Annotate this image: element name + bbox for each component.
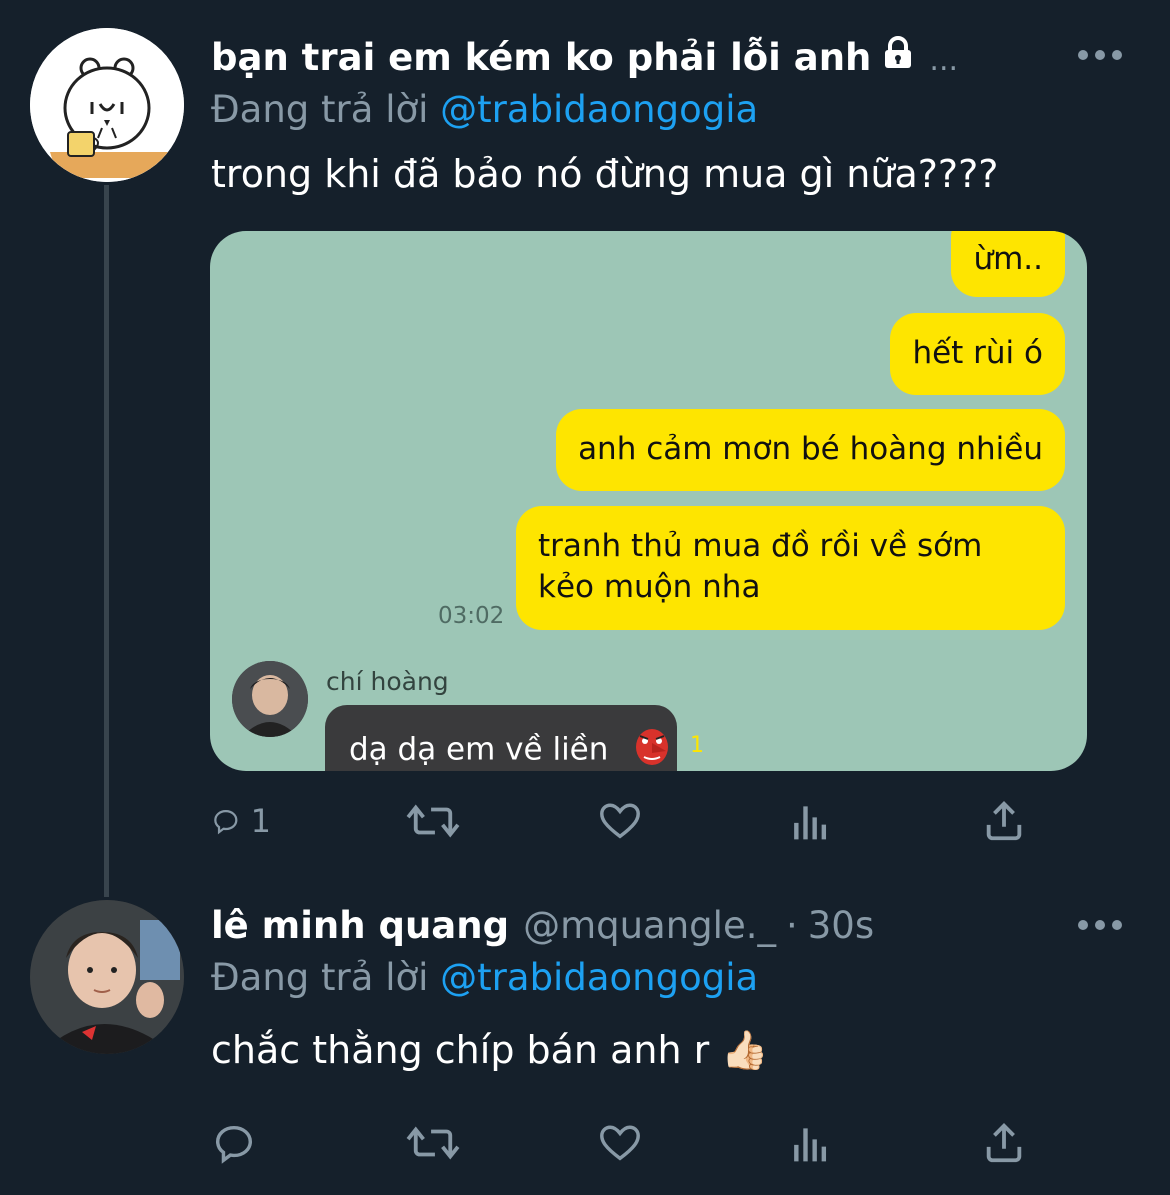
reply-icon	[214, 810, 238, 835]
retweet-button[interactable]	[404, 1120, 464, 1166]
share-button[interactable]	[981, 798, 1041, 844]
like-button[interactable]	[596, 798, 656, 844]
heart-icon	[600, 803, 640, 839]
display-name[interactable]: lê minh quang	[211, 904, 509, 947]
tweet-text: trong khi đã bảo nó đừng mua gì nữa????	[211, 152, 999, 196]
reply-context: Đang trả lời @trabidaongogia	[211, 88, 758, 131]
display-name[interactable]: bạn trai em kém ko phải lỗi anh	[211, 36, 871, 79]
reply-prefix: Đang trả lời	[211, 88, 429, 131]
cartoon-avatar-icon	[30, 28, 184, 182]
reply-button[interactable]	[211, 1120, 271, 1166]
reply-mention-link[interactable]: @trabidaongogia	[440, 88, 758, 131]
share-icon	[986, 801, 1022, 841]
reply-button[interactable]: 1	[211, 798, 271, 844]
retweet-button[interactable]	[404, 798, 464, 844]
lock-icon	[881, 36, 915, 74]
share-button[interactable]	[981, 1120, 1041, 1166]
reply-count: 1	[250, 802, 271, 840]
avatar[interactable]	[30, 900, 184, 1054]
friend-name: chí hoàng	[326, 667, 449, 696]
friend-message-text: dạ dạ em về liền	[349, 731, 609, 768]
handle[interactable]: @mquangle._	[523, 904, 776, 947]
analytics-button[interactable]	[789, 798, 849, 844]
share-icon	[986, 1123, 1022, 1163]
reply-mention-link[interactable]: @trabidaongogia	[440, 956, 758, 999]
tweet-text: chắc thằng chíp bán anh r 👍🏻	[211, 1028, 769, 1072]
friend-avatar	[232, 661, 308, 737]
tweet-actions	[211, 1120, 1041, 1166]
tweet-2[interactable]: lê minh quang @mquangle._ · 30s Đang trả…	[0, 880, 1170, 1195]
tweet-header: bạn trai em kém ko phải lỗi anh ...	[211, 36, 958, 79]
reply-icon	[215, 1125, 253, 1164]
reply-prefix: Đang trả lời	[211, 956, 429, 999]
separator-dot: ·	[785, 904, 798, 947]
tweet-header: lê minh quang @mquangle._ · 30s	[211, 904, 874, 947]
avatar[interactable]	[30, 28, 184, 182]
chat-timestamp: 03:02	[438, 603, 505, 629]
tweet-actions: 1	[211, 798, 1041, 844]
analytics-icon	[793, 1128, 826, 1162]
chat-bubble-received: dạ dạ em về liền	[325, 705, 677, 771]
tweet-image-chat-screenshot[interactable]: ừm.. hết rùi ó anh cảm mơn bé hoàng nhiề…	[210, 231, 1087, 771]
unread-count: 1	[690, 733, 704, 758]
tengu-mask-emoji-icon	[632, 727, 672, 771]
timestamp[interactable]: 30s	[808, 904, 874, 947]
like-button[interactable]	[596, 1120, 656, 1166]
more-options-button[interactable]	[1078, 920, 1122, 930]
handle-truncated: ...	[929, 43, 959, 78]
tweet-1[interactable]: bạn trai em kém ko phải lỗi anh ... Đang…	[0, 0, 1170, 880]
more-options-button[interactable]	[1078, 50, 1122, 60]
chat-bubble-sent: hết rùi ó	[890, 313, 1065, 395]
chat-bubble-sent: tranh thủ mua đồ rồi về sớm kẻo muộn nha	[516, 506, 1065, 630]
chat-bubble-sent: anh cảm mơn bé hoàng nhiều	[556, 409, 1065, 491]
chat-bubble-sent: ừm..	[951, 231, 1065, 297]
analytics-button[interactable]	[789, 1120, 849, 1166]
reply-context: Đang trả lời @trabidaongogia	[211, 956, 758, 999]
retweet-icon	[406, 804, 459, 838]
analytics-icon	[793, 806, 826, 840]
profile-photo-icon	[30, 900, 184, 1054]
retweet-icon	[406, 1126, 459, 1160]
heart-icon	[600, 1125, 640, 1161]
